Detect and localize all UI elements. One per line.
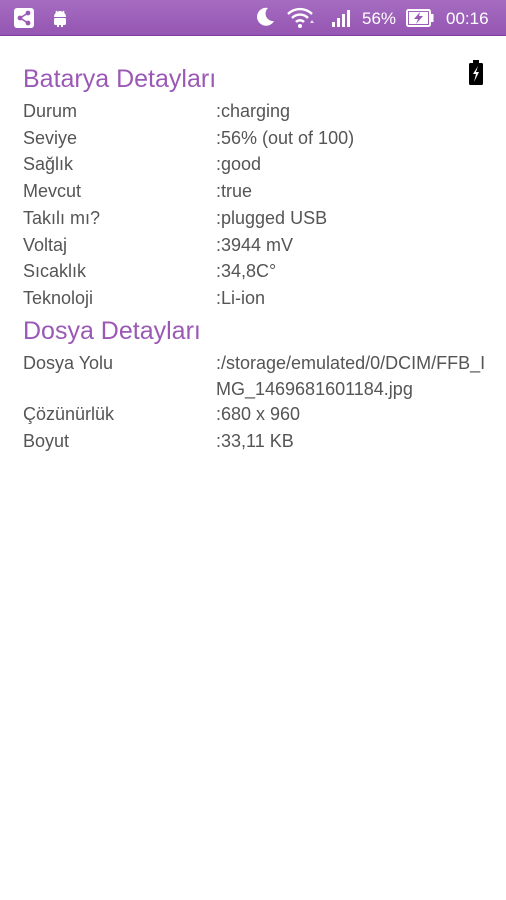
- file-section-title: Dosya Detayları: [23, 317, 201, 345]
- battery-detail-value: :true: [216, 181, 253, 202]
- battery-section-title: Batarya Detayları: [23, 65, 217, 93]
- battery-detail-label: Sıcaklık: [23, 261, 87, 282]
- battery-detail-label: Durum: [23, 101, 78, 121]
- battery-detail-value: :charging: [216, 101, 291, 121]
- share-icon: [14, 8, 34, 28]
- wifi-icon: [287, 7, 314, 28]
- battery-detail-label: Seviye: [23, 127, 78, 148]
- file-detail-value: :680 x 960: [216, 404, 301, 424]
- battery-detail-value: :56% (out of 100): [216, 127, 355, 148]
- battery-detail-label: Takılı mı?: [23, 207, 101, 228]
- battery-percent: 56%: [362, 9, 397, 28]
- moon-icon: [257, 7, 274, 26]
- battery-detail-value: :3944 mV: [216, 234, 294, 255]
- file-detail-value: :33,11 KB: [216, 430, 294, 451]
- battery-detail-label: Voltaj: [23, 234, 68, 255]
- file-detail-value: :/storage/emulated/0/DCIM/FFB_IMG_146968…: [216, 353, 486, 399]
- android-icon: [54, 10, 66, 27]
- battery-charging-icon: [469, 60, 483, 85]
- battery-detail-value: :Li-ion: [216, 287, 266, 308]
- battery-detail-label: Sağlık: [23, 154, 74, 175]
- clock: 00:16: [446, 9, 489, 28]
- battery-detail-label: Mevcut: [23, 181, 82, 202]
- battery-detail-value: :good: [216, 154, 262, 175]
- battery-detail-value: :plugged USB: [216, 207, 328, 228]
- battery-charging-icon: [406, 9, 434, 27]
- battery-detail-value: :34,8C°: [216, 261, 277, 282]
- file-detail-label: Boyut: [23, 430, 70, 451]
- file-detail-label: Dosya Yolu: [23, 353, 114, 373]
- main-content: Batarya Detayları Durum :charging Seviye :5…: [0, 36, 506, 900]
- file-detail-label: Çözünürlük: [23, 404, 115, 424]
- battery-detail-label: Teknoloji: [23, 287, 94, 308]
- signal-icon: [332, 10, 350, 27]
- status-bar: 56% 00:16: [0, 0, 506, 36]
